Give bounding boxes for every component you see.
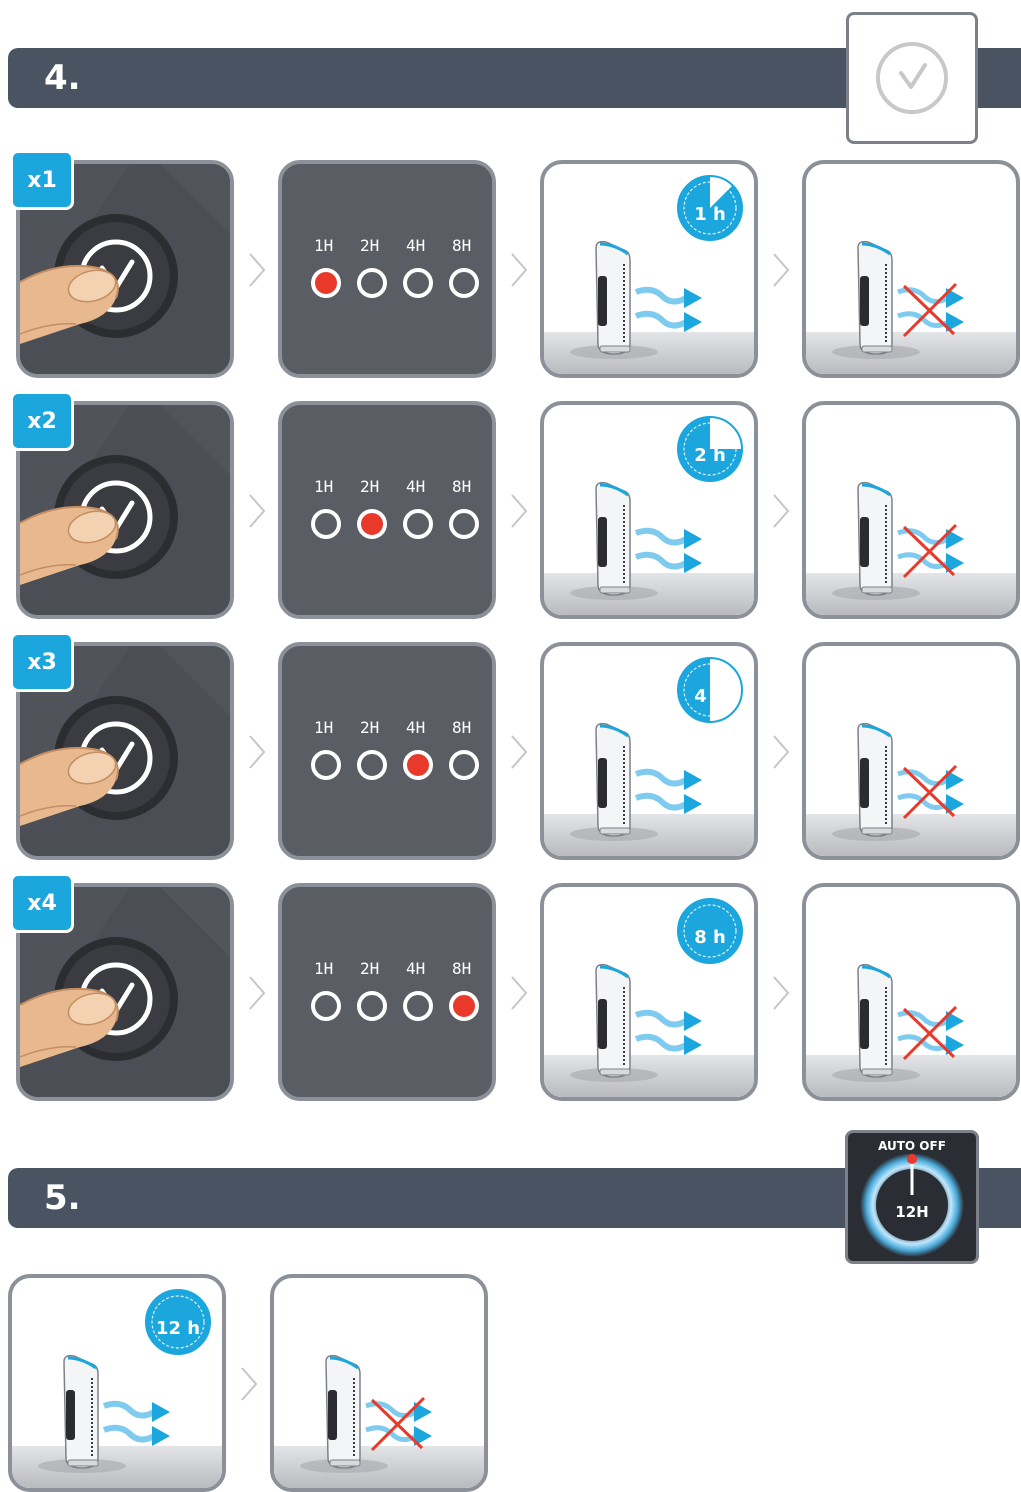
airflow-stopped-icon (897, 282, 964, 338)
press-count-badge: x1 (10, 150, 74, 210)
indicator-led-on (357, 509, 387, 539)
auto-off-label: AUTO OFF (878, 1139, 946, 1153)
clock-icon (876, 42, 948, 114)
indicator-led-off (449, 268, 479, 298)
heater-running-tile: 2 h (540, 401, 758, 619)
heater-scene (806, 240, 1016, 374)
indicator-led-on (403, 750, 433, 780)
heater-running-tile: 1 h (540, 160, 758, 378)
timer-badge: 4 h (674, 654, 746, 726)
step-number: 4. (44, 58, 81, 98)
timer-label: 4 h (694, 686, 726, 707)
airflow-arrows-icon (634, 768, 702, 814)
indicator-led-off (449, 509, 479, 539)
step-number: 5. (44, 1178, 81, 1218)
indicator-led-off (311, 991, 341, 1021)
timer-badge: 1 h (674, 172, 746, 244)
heater-running-tile: 8 h (540, 883, 758, 1101)
indicator-panel-tile: 1H 2H 4H 8H (278, 160, 496, 378)
heater-running-tile: 12 h (8, 1274, 226, 1492)
next-arrow-icon (772, 975, 790, 1011)
press-count-badge: x2 (10, 391, 74, 451)
indicator-led-off (403, 991, 433, 1021)
next-arrow-icon (510, 975, 528, 1011)
indicator-led-on (449, 991, 479, 1021)
airflow-arrows-icon (634, 1009, 702, 1055)
next-arrow-icon (248, 734, 266, 770)
timer-badge: 8 h (674, 895, 746, 967)
indicator-led-off (357, 750, 387, 780)
indicator-led-off (403, 268, 433, 298)
indicator-panel-tile: 1H 2H 4H 8H (278, 883, 496, 1101)
next-arrow-icon (248, 252, 266, 288)
indicator-led-off (403, 509, 433, 539)
timer-badge: 12 h (142, 1286, 214, 1358)
indicator-leds (311, 268, 479, 298)
airflow-stopped-icon (365, 1396, 432, 1452)
indicator-led-off (357, 991, 387, 1021)
heater-scene (806, 722, 1016, 856)
auto-off-value: 12H (895, 1203, 929, 1221)
airflow-stopped-icon (897, 523, 964, 579)
next-arrow-icon (248, 975, 266, 1011)
airflow-arrows-icon (634, 527, 702, 573)
airflow-stopped-icon (897, 1005, 964, 1061)
airflow-arrows-icon (634, 286, 702, 332)
indicator-leds (311, 509, 479, 539)
auto-off-header-icon: AUTO OFF 12H (845, 1130, 979, 1264)
timer-header-icon (846, 12, 978, 144)
heater-off-tile (802, 401, 1020, 619)
indicator-led-on (311, 268, 341, 298)
heater-scene (274, 1354, 484, 1488)
airflow-arrows-icon (102, 1400, 170, 1446)
heater-scene (806, 963, 1016, 1097)
next-arrow-icon (772, 252, 790, 288)
timer-label: 8 h (694, 927, 726, 948)
next-arrow-icon (510, 734, 528, 770)
indicator-panel-tile: 1H 2H 4H 8H (278, 642, 496, 860)
next-arrow-icon (510, 252, 528, 288)
indicator-led-off (449, 750, 479, 780)
heater-running-tile: 4 h (540, 642, 758, 860)
next-arrow-icon (510, 493, 528, 529)
airflow-stopped-icon (897, 764, 964, 820)
next-arrow-icon (772, 493, 790, 529)
press-count-badge: x3 (10, 632, 74, 692)
timer-label: 12 h (155, 1318, 201, 1339)
indicator-leds (311, 991, 479, 1021)
heater-off-tile (270, 1274, 488, 1492)
next-arrow-icon (248, 493, 266, 529)
next-arrow-icon (240, 1366, 258, 1402)
press-count-badge: x4 (10, 873, 74, 933)
timer-label: 1 h (694, 204, 726, 225)
heater-off-tile (802, 642, 1020, 860)
indicator-panel-tile: 1H 2H 4H 8H (278, 401, 496, 619)
heater-off-tile (802, 883, 1020, 1101)
timer-label: 2 h (694, 445, 726, 466)
heater-off-tile (802, 160, 1020, 378)
timer-badge: 2 h (674, 413, 746, 485)
heater-scene (806, 481, 1016, 615)
indicator-led-off (311, 509, 341, 539)
next-arrow-icon (772, 734, 790, 770)
indicator-led-off (311, 750, 341, 780)
indicator-leds (311, 750, 479, 780)
indicator-led-off (357, 268, 387, 298)
